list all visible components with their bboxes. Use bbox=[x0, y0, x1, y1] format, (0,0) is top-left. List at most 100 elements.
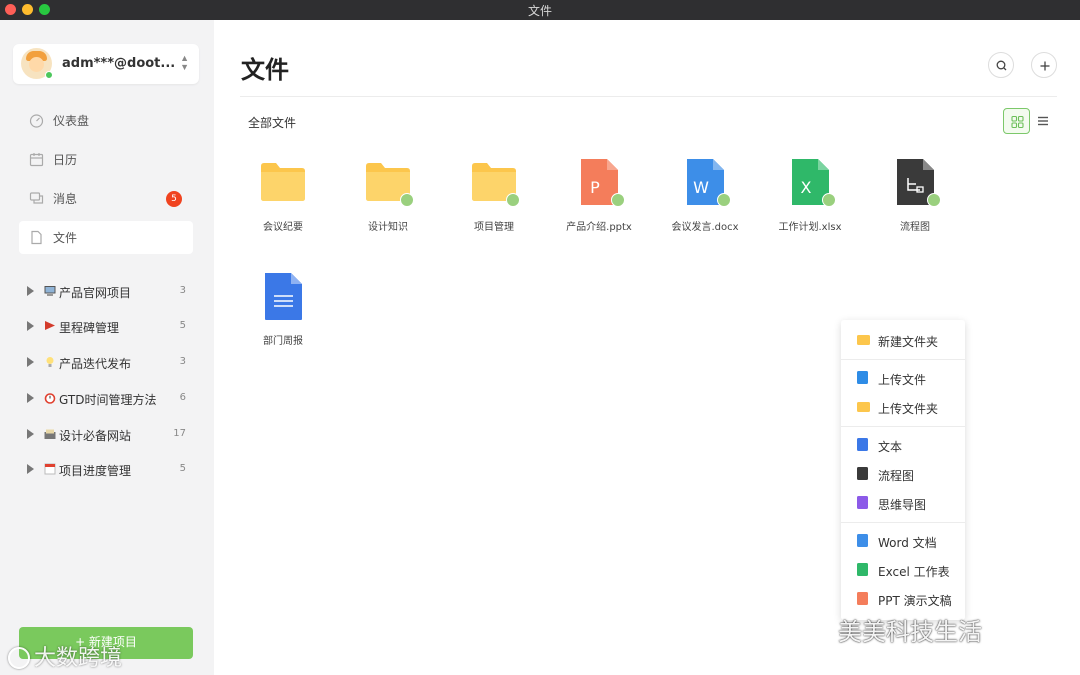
file-icon bbox=[31, 230, 42, 245]
expand-arrow-icon[interactable] bbox=[27, 357, 34, 367]
file-item-ppt[interactable]: P 产品介绍.pptx bbox=[549, 158, 649, 258]
watermark-left: 大数跨境 bbox=[8, 640, 122, 672]
file-type-letter: W bbox=[693, 178, 709, 197]
file-type-letter: X bbox=[800, 178, 812, 197]
flowchart-icon bbox=[857, 467, 868, 480]
menu-item-mindmap[interactable]: 思维导图 bbox=[841, 490, 965, 516]
menu-item-upload-file[interactable]: 上传文件 bbox=[841, 365, 965, 391]
calendar-page-icon bbox=[44, 463, 56, 475]
file-item-folder[interactable]: 项目管理 bbox=[444, 158, 544, 258]
page-title: 文件 bbox=[241, 56, 289, 84]
watermark-right: 美美科技生活 bbox=[838, 618, 982, 646]
computer-icon bbox=[44, 286, 56, 296]
menu-item-new-folder[interactable]: 新建文件夹 bbox=[841, 327, 965, 353]
alarm-clock-icon bbox=[44, 393, 56, 404]
title-bar: 文件 bbox=[0, 0, 1080, 20]
project-item[interactable]: 产品官网项目 3 bbox=[27, 282, 191, 302]
shared-user-icon bbox=[822, 193, 836, 207]
project-item[interactable]: 项目进度管理 5 bbox=[27, 460, 191, 480]
file-name: 部门周报 bbox=[263, 336, 303, 347]
expand-arrow-icon[interactable] bbox=[27, 429, 34, 439]
sidebar-item-dashboard[interactable]: 仪表盘 bbox=[19, 104, 193, 137]
upload-folder-icon bbox=[857, 402, 870, 412]
message-icon bbox=[29, 192, 44, 204]
shared-user-icon bbox=[506, 193, 520, 207]
account-switcher[interactable]: adm***@doot... ▲ ▼ bbox=[13, 44, 199, 84]
menu-item-ppt[interactable]: PPT 演示文稿 bbox=[841, 586, 965, 612]
sidebar-item-calendar[interactable]: 日历 bbox=[19, 143, 193, 176]
sidebar-item-label: 消息 bbox=[53, 192, 78, 206]
project-name: 设计必备网站 bbox=[59, 429, 132, 443]
add-button[interactable] bbox=[1031, 52, 1057, 78]
project-name: 产品官网项目 bbox=[59, 286, 132, 300]
doc-file-icon bbox=[265, 273, 302, 320]
project-count: 5 bbox=[179, 463, 186, 474]
excel-icon bbox=[857, 563, 868, 576]
file-name: 工作计划.xlsx bbox=[778, 222, 842, 233]
file-item-folder[interactable]: 设计知识 bbox=[338, 158, 438, 258]
header-divider bbox=[240, 96, 1057, 97]
menu-divider bbox=[841, 359, 965, 360]
menu-divider bbox=[841, 426, 965, 427]
project-item[interactable]: 里程碑管理 5 bbox=[27, 317, 191, 337]
sidebar-item-label: 文件 bbox=[53, 231, 78, 245]
search-button[interactable] bbox=[988, 52, 1014, 78]
file-type-letter: P bbox=[590, 178, 600, 197]
file-name: 会议发言.docx bbox=[671, 222, 739, 233]
menu-item-upload-folder[interactable]: 上传文件夹 bbox=[841, 394, 965, 420]
project-name: GTD时间管理方法 bbox=[59, 393, 157, 407]
expand-arrow-icon[interactable] bbox=[27, 321, 34, 331]
project-item[interactable]: 设计必备网站 17 bbox=[27, 425, 191, 445]
expand-arrow-icon[interactable] bbox=[27, 393, 34, 403]
project-name: 里程碑管理 bbox=[59, 321, 120, 335]
account-name: adm***@doot... bbox=[62, 56, 176, 71]
sidebar-item-label: 仪表盘 bbox=[53, 114, 90, 128]
flag-icon bbox=[45, 321, 55, 330]
file-name: 设计知识 bbox=[368, 222, 408, 233]
folder-icon bbox=[857, 335, 870, 345]
word-icon bbox=[857, 534, 868, 547]
file-item-doc[interactable]: 部门周报 bbox=[233, 272, 333, 372]
new-item-context-menu: 新建文件夹 上传文件 上传文件夹 文本 流程图 思维导图 Word 文档 Exc… bbox=[841, 320, 965, 620]
mindmap-icon bbox=[857, 496, 868, 509]
upload-file-icon bbox=[857, 371, 868, 384]
menu-item-flowchart[interactable]: 流程图 bbox=[841, 461, 965, 487]
file-item-flowchart[interactable]: 流程图 bbox=[865, 158, 965, 258]
card-box-icon bbox=[44, 429, 56, 439]
ppt-icon bbox=[857, 592, 868, 605]
window-title: 文件 bbox=[527, 4, 552, 18]
expand-arrow-icon[interactable] bbox=[27, 464, 34, 474]
expand-arrow-icon[interactable] bbox=[27, 286, 34, 296]
plus-icon bbox=[1040, 61, 1050, 71]
file-item-word[interactable]: W 会议发言.docx bbox=[655, 158, 755, 258]
sidebar-item-label: 日历 bbox=[53, 153, 78, 167]
project-count: 3 bbox=[179, 356, 186, 367]
chevron-updown-icon: ▲ ▼ bbox=[180, 53, 189, 72]
breadcrumb[interactable]: 全部文件 bbox=[248, 114, 296, 131]
shared-user-icon bbox=[400, 193, 414, 207]
file-item-excel[interactable]: X 工作计划.xlsx bbox=[760, 158, 860, 258]
search-icon bbox=[996, 60, 1007, 71]
sidebar: adm***@doot... ▲ ▼ 仪表盘 日历 消息 5 文件 产品官网项目… bbox=[0, 20, 214, 675]
project-name: 产品迭代发布 bbox=[59, 357, 132, 371]
project-item[interactable]: GTD时间管理方法 6 bbox=[27, 389, 191, 409]
menu-item-text[interactable]: 文本 bbox=[841, 432, 965, 458]
grid-view-button[interactable] bbox=[1003, 108, 1030, 134]
dashboard-icon bbox=[29, 114, 44, 128]
list-icon bbox=[1038, 116, 1048, 126]
shared-user-icon bbox=[717, 193, 731, 207]
menu-item-word[interactable]: Word 文档 bbox=[841, 528, 965, 554]
sidebar-item-messages[interactable]: 消息 5 bbox=[19, 182, 193, 215]
calendar-icon bbox=[29, 153, 44, 167]
project-name: 项目进度管理 bbox=[59, 464, 132, 478]
menu-item-excel[interactable]: Excel 工作表 bbox=[841, 557, 965, 583]
file-name: 项目管理 bbox=[474, 222, 514, 233]
project-item[interactable]: 产品迭代发布 3 bbox=[27, 353, 191, 373]
project-count: 3 bbox=[179, 285, 186, 296]
file-name: 流程图 bbox=[900, 222, 930, 233]
shared-user-icon bbox=[927, 193, 941, 207]
list-view-button[interactable] bbox=[1036, 114, 1050, 128]
watermark-logo-icon bbox=[8, 647, 30, 669]
file-item-folder[interactable]: 会议纪要 bbox=[233, 158, 333, 258]
sidebar-item-files[interactable]: 文件 bbox=[19, 221, 193, 254]
